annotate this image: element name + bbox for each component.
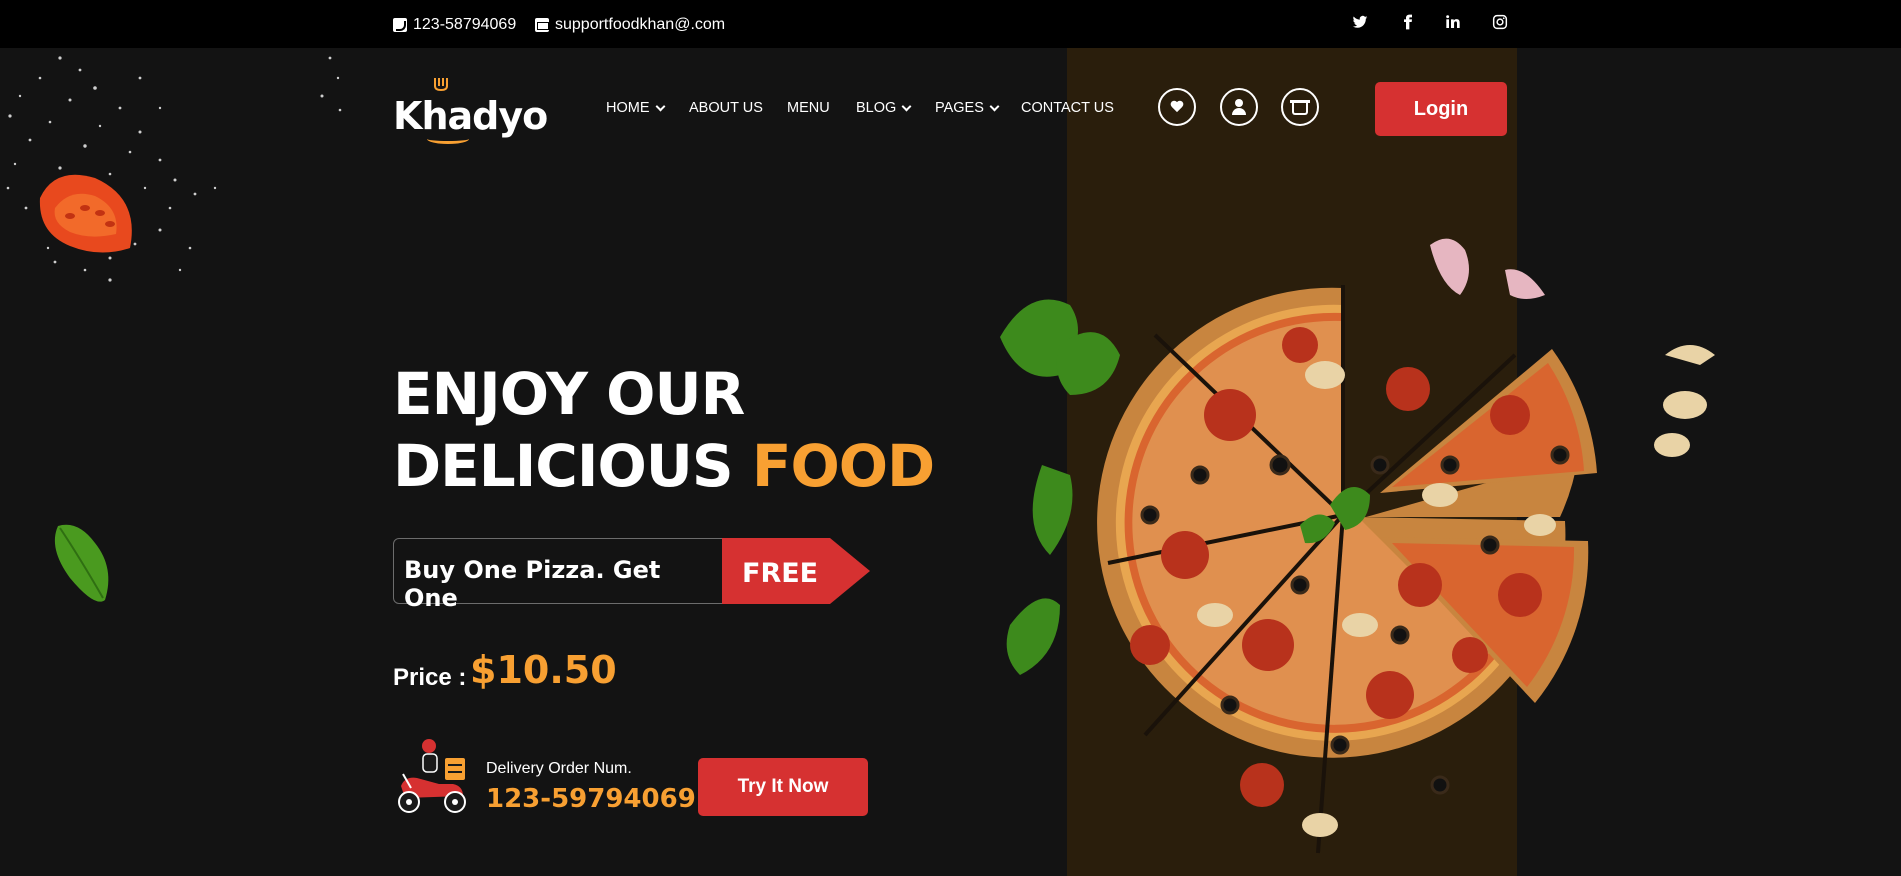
mail-icon (535, 18, 549, 32)
linkedin-icon[interactable] (1443, 14, 1463, 34)
nav-blog[interactable]: BLOG (856, 100, 912, 116)
hero-title-line2: DELICIOUS FOOD (393, 430, 935, 502)
logo-swoosh (427, 134, 469, 144)
sprinkles-decoration (6, 56, 342, 282)
chevron-down-icon (989, 101, 1000, 111)
garlic-decoration (1430, 238, 1545, 299)
delivery-number[interactable]: 123-59794069 (486, 784, 696, 814)
topbar-phone-text: 123-58794069 (413, 16, 517, 33)
page: 123-58794069 supportfoodkhan@.com Khadyo… (0, 0, 1901, 876)
price-label: Price : (393, 664, 467, 691)
logo-text: Khadyo (393, 94, 548, 138)
facebook-icon[interactable] (1398, 14, 1418, 34)
phone-icon (393, 18, 407, 32)
offer-tag: FREE (722, 538, 870, 604)
hero-title-line1: ENJOY OUR (393, 360, 745, 428)
basil-leaf-decoration (54, 524, 109, 602)
delivery-label: Delivery Order Num. (486, 760, 632, 777)
try-it-now-button[interactable]: Try It Now (698, 758, 868, 816)
nav-menu[interactable]: MENU (787, 100, 830, 116)
hero-title-word-food: FOOD (751, 432, 935, 500)
nav-contact-us[interactable]: CONTACT US (1021, 100, 1114, 116)
instagram-icon[interactable] (1490, 14, 1510, 34)
nav-about-us[interactable]: ABOUT US (689, 100, 763, 116)
nav-blog-label: BLOG (856, 100, 897, 116)
nav-about-label: ABOUT US (689, 100, 763, 116)
heart-icon (1170, 101, 1184, 114)
nav-menu-label: MENU (787, 100, 830, 116)
topbar-email[interactable]: supportfoodkhan@.com (535, 16, 725, 34)
nav-pages[interactable]: PAGES (935, 100, 1000, 116)
cart-button[interactable] (1281, 88, 1319, 126)
site-logo[interactable]: Khadyo (393, 78, 548, 144)
delivery-scooter-icon (398, 739, 466, 813)
nav-home-label: HOME (606, 100, 650, 116)
offer-banner: Buy One Pizza. Get One (393, 538, 723, 612)
chevron-down-icon (655, 101, 665, 111)
user-icon (1232, 99, 1246, 115)
decorative-toppings (6, 56, 342, 602)
mushroom-decoration (1654, 345, 1715, 457)
chevron-down-icon (901, 101, 912, 111)
tomato-slice-decoration (39, 174, 132, 253)
nav-contact-label: CONTACT US (1021, 100, 1114, 116)
pizza-image (1000, 238, 1715, 854)
topbar-phone[interactable]: 123-58794069 (393, 16, 516, 34)
top-bar: 123-58794069 supportfoodkhan@.com (0, 0, 1901, 48)
login-button[interactable]: Login (1375, 82, 1507, 136)
offer-tag-text: FREE (742, 558, 818, 589)
topbar-email-text: supportfoodkhan@.com (555, 16, 726, 33)
price-value: $10.50 (470, 648, 617, 692)
nav-pages-label: PAGES (935, 100, 984, 116)
hero-title-word-delicious: DELICIOUS (393, 432, 734, 500)
account-button[interactable] (1220, 88, 1258, 126)
basket-icon (1290, 100, 1310, 115)
hero-title: ENJOY OUR DELICIOUS FOOD (393, 358, 935, 502)
offer-text: Buy One Pizza. Get One (404, 556, 661, 612)
wishlist-button[interactable] (1158, 88, 1196, 126)
twitter-icon[interactable] (1350, 14, 1370, 34)
nav-home[interactable]: HOME (606, 100, 665, 116)
